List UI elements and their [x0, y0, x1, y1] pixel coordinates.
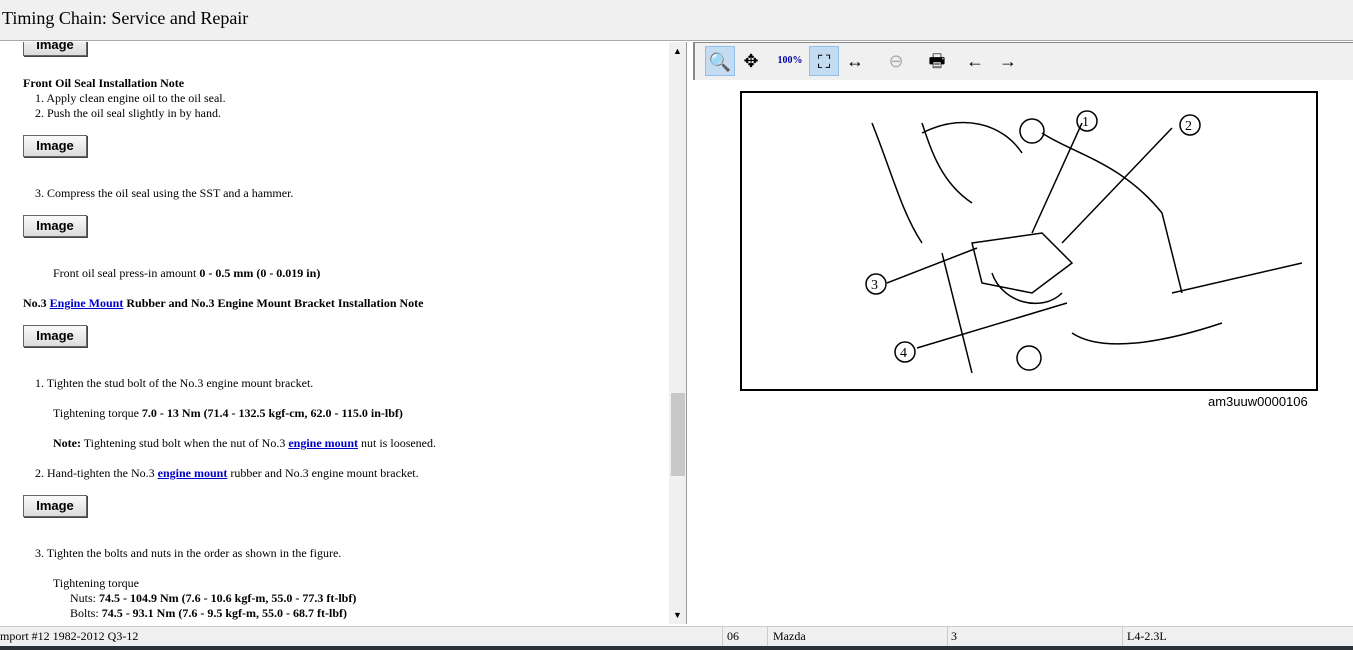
- step-text: 2. Push the oil seal slightly in by hand…: [35, 106, 221, 120]
- step-text-part: rubber and No.3 engine mount bracket.: [227, 466, 419, 480]
- spec-label: Bolts:: [70, 606, 102, 620]
- callout-2: 2: [1185, 119, 1192, 134]
- torque-spec: Tightening torque 7.0 - 13 Nm (71.4 - 13…: [53, 406, 403, 421]
- zoom-width-icon[interactable]: ↔: [840, 46, 870, 76]
- document-pane: Image Front Oil Seal Installation Note 1…: [0, 42, 687, 624]
- torque-label: Tightening torque: [53, 576, 139, 590]
- note: Note: Tightening stud bolt when the nut …: [53, 436, 436, 451]
- mount-heading: No.3 Engine Mount Rubber and No.3 Engine…: [23, 296, 424, 311]
- front-seal-heading: Front Oil Seal Installation Note: [23, 76, 185, 90]
- press-in-spec: Front oil seal press-in amount 0 - 0.5 m…: [53, 266, 320, 281]
- note-label: Note:: [53, 436, 81, 450]
- window-title: Timing Chain: Service and Repair: [0, 0, 1353, 41]
- image-viewer: 🔍 ✥ 100% ⛶ ↔ ⊖ 🖶 ← → 1 2 3 4 am3uuw00001…: [693, 42, 1353, 624]
- nuts-spec: Nuts: 74.5 - 104.9 Nm (7.6 - 10.6 kgf-m,…: [70, 591, 356, 606]
- spec-label: Front oil seal press-in amount: [53, 266, 200, 280]
- spec-label: Tightening torque: [53, 406, 142, 420]
- taskbar: [0, 646, 1353, 650]
- figure-id: am3uuw0000106: [1208, 394, 1308, 409]
- engine-mount-link[interactable]: engine mount: [288, 436, 358, 450]
- vertical-scrollbar[interactable]: ▲ ▼: [669, 42, 686, 624]
- step-text: 1. Tighten the stud bolt of the No.3 eng…: [35, 376, 314, 390]
- status-field: 3: [951, 629, 957, 643]
- zoom-in-icon[interactable]: 🔍: [705, 46, 735, 76]
- step-text-part: 2. Hand-tighten the No.3: [35, 466, 158, 480]
- step-text: 2. Hand-tighten the No.3 engine mount ru…: [35, 466, 419, 481]
- spec-value: 0 - 0.5 mm (0 - 0.019 in): [199, 266, 321, 280]
- scrollbar-thumb[interactable]: [671, 393, 685, 476]
- status-make: Mazda: [773, 629, 806, 643]
- image-button[interactable]: Image: [23, 42, 87, 56]
- print-icon[interactable]: 🖶: [922, 46, 952, 76]
- image-button[interactable]: Image: [23, 135, 87, 157]
- image-button[interactable]: Image: [23, 215, 87, 237]
- note-text: nut is loosened.: [358, 436, 437, 450]
- engine-mount-drawing: 1 2 3 4: [865, 110, 1303, 374]
- previous-image-icon[interactable]: ←: [960, 46, 990, 76]
- pan-icon[interactable]: ✥: [736, 46, 766, 76]
- spec-label: Nuts:: [70, 591, 100, 605]
- status-bar: mport #12 1982-2012 Q3-12 06 Mazda 3 L4-…: [0, 626, 1353, 647]
- image-button[interactable]: Image: [23, 325, 87, 347]
- figure-diagram: 1 2 3 4: [740, 91, 1318, 391]
- viewer-toolbar: 🔍 ✥ 100% ⛶ ↔ ⊖ 🖶 ← →: [693, 42, 1353, 80]
- spec-value: 7.0 - 13 Nm (71.4 - 132.5 kgf-cm, 62.0 -…: [141, 406, 403, 420]
- callout-3: 3: [871, 278, 878, 293]
- heading-text: Rubber and No.3 Engine Mount Bracket Ins…: [123, 296, 424, 310]
- scroll-up-icon[interactable]: ▲: [673, 46, 682, 56]
- status-field: 06: [727, 629, 739, 643]
- engine-mount-link[interactable]: engine mount: [158, 466, 228, 480]
- engine-mount-link[interactable]: Engine Mount: [50, 296, 124, 310]
- spec-value: 74.5 - 104.9 Nm (7.6 - 10.6 kgf-m, 55.0 …: [99, 591, 357, 605]
- note-text: Tightening stud bolt when the nut of No.…: [80, 436, 289, 450]
- next-image-icon[interactable]: →: [993, 46, 1023, 76]
- callout-1: 1: [1082, 115, 1089, 130]
- zoom-100-icon[interactable]: 100%: [775, 46, 805, 76]
- spec-value: 74.5 - 93.1 Nm (7.6 - 9.5 kgf-m, 55.0 - …: [101, 606, 347, 620]
- zoom-fit-icon[interactable]: ⛶: [809, 46, 839, 76]
- zoom-out-icon: ⊖: [888, 51, 904, 71]
- status-source: mport #12 1982-2012 Q3-12: [0, 629, 139, 643]
- step-text: 1. Apply clean engine oil to the oil sea…: [35, 91, 226, 105]
- callout-4: 4: [900, 346, 907, 361]
- status-engine: L4-2.3L: [1127, 629, 1167, 643]
- image-button[interactable]: Image: [23, 495, 87, 517]
- heading-text: No.3: [23, 296, 50, 310]
- step-text: 3. Tighten the bolts and nuts in the ord…: [35, 546, 342, 560]
- bolts-spec: Bolts: 74.5 - 93.1 Nm (7.6 - 9.5 kgf-m, …: [70, 606, 347, 621]
- scroll-down-icon[interactable]: ▼: [673, 610, 682, 620]
- step-text: 3. Compress the oil seal using the SST a…: [35, 186, 294, 200]
